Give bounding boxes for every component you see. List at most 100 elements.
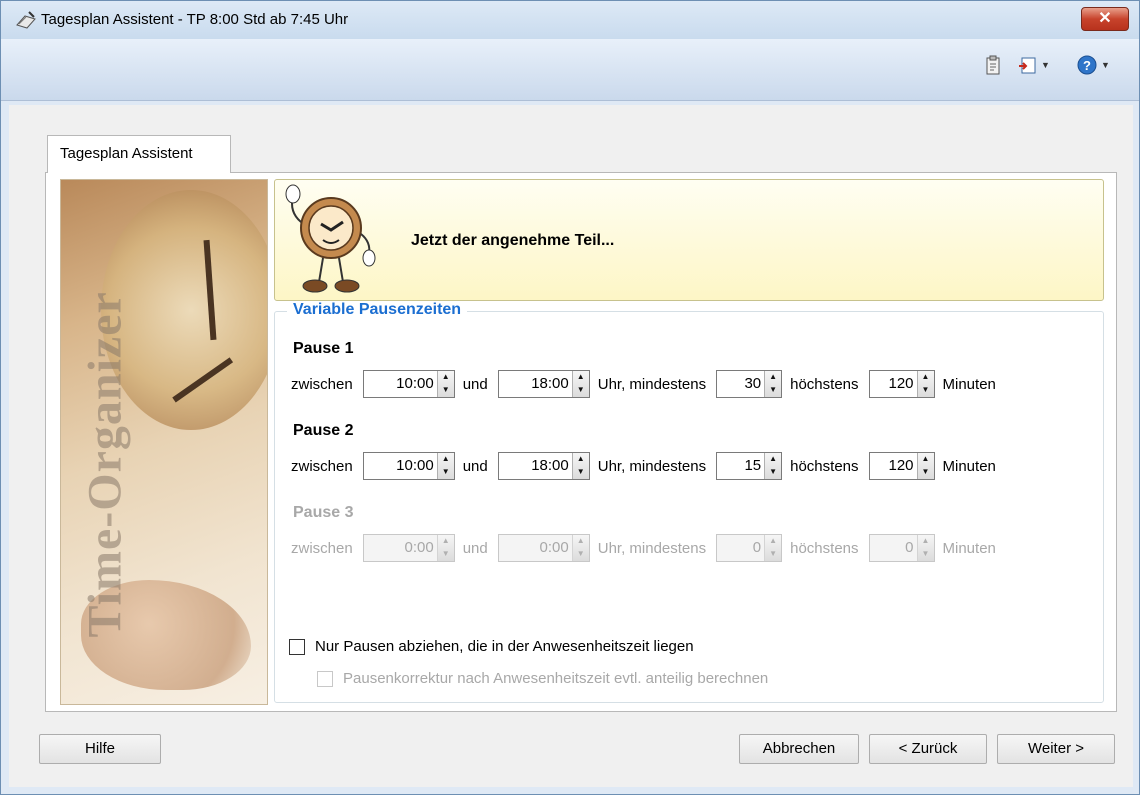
and-label: und — [462, 457, 488, 475]
help-button[interactable]: Hilfe — [39, 734, 161, 764]
spinner-arrows: ▲ ▼ — [916, 535, 934, 561]
arrow-up-icon: ▲ — [921, 536, 930, 545]
spinner-arrows[interactable]: ▲ ▼ — [571, 453, 589, 479]
pause-3-title: Pause 3 — [293, 504, 354, 521]
only-presence-checkbox[interactable] — [289, 638, 305, 655]
spinner-value[interactable]: 10:00 — [364, 371, 437, 397]
spinner-arrows: ▲ ▼ — [571, 535, 589, 561]
arrow-up-icon[interactable]: ▲ — [918, 453, 934, 466]
pause-3-max-spinner: 0 ▲ ▼ — [868, 534, 935, 562]
arrow-up-icon[interactable]: ▲ — [438, 453, 454, 466]
spinner-value: 0 — [905, 539, 914, 556]
spinner-value[interactable]: 120 — [870, 453, 917, 479]
spinner-value: 0 — [752, 539, 762, 556]
spinner-value[interactable]: 120 — [870, 371, 917, 397]
arrow-up-icon[interactable]: ▲ — [918, 371, 934, 384]
spinner-arrows[interactable]: ▲ ▼ — [436, 453, 454, 479]
spinner-arrows[interactable]: ▲ ▼ — [764, 453, 782, 479]
spinner-value[interactable]: 18:00 — [499, 453, 572, 479]
arrow-down-icon[interactable]: ▼ — [438, 384, 454, 397]
side-image: Time-Organizer — [60, 179, 268, 705]
help-menu-button[interactable]: ? ▼ — [1077, 53, 1110, 77]
clipboard-button[interactable] — [983, 53, 1003, 77]
proportional-checkbox-row: Pausenkorrektur nach Anwesenheitszeit ev… — [317, 670, 768, 687]
arrow-down-icon[interactable]: ▼ — [918, 466, 934, 479]
chevron-down-icon[interactable]: ▼ — [1101, 60, 1110, 70]
pause-1-min-spinner[interactable]: 30 ▲ ▼ — [716, 370, 783, 398]
proportional-checkbox — [317, 670, 333, 687]
pause-1-max-spinner[interactable]: 120 ▲ ▼ — [868, 370, 935, 398]
pause-2-row: zwischen 10:00 ▲ ▼ und 18:00 ▲ ▼ Uhr, mind… — [291, 452, 996, 480]
pause-3-min-spinner: 0 ▲ ▼ — [716, 534, 783, 562]
arrow-up-icon[interactable]: ▲ — [765, 453, 781, 466]
pause-3-from-spinner: 0:00 ▲ ▼ — [362, 534, 455, 562]
spinner-value[interactable]: 30 — [717, 371, 764, 397]
back-button[interactable]: < Zurück — [869, 734, 987, 764]
arrow-down-icon[interactable]: ▼ — [573, 384, 589, 397]
pause-3-to-spinner: 0:00 ▲ ▼ — [497, 534, 590, 562]
arrow-down-icon[interactable]: ▼ — [918, 384, 934, 397]
cancel-button[interactable]: Abbrechen — [739, 734, 859, 764]
arrow-down-icon[interactable]: ▼ — [438, 466, 454, 479]
arrow-down-icon[interactable]: ▼ — [765, 466, 781, 479]
window-title: Tagesplan Assistent - TP 8:00 Std ab 7:4… — [41, 11, 349, 28]
arrow-up-icon[interactable]: ▲ — [573, 453, 589, 466]
pause-1-from-spinner[interactable]: 10:00 ▲ ▼ — [362, 370, 455, 398]
chevron-down-icon[interactable]: ▼ — [1041, 60, 1050, 70]
next-button[interactable]: Weiter > — [997, 734, 1115, 764]
pause-2-from-spinner[interactable]: 10:00 ▲ ▼ — [362, 452, 455, 480]
between-label: zwischen — [291, 375, 353, 393]
wizard-window: Tagesplan Assistent - TP 8:00 Std ab 7:4… — [0, 0, 1140, 795]
arrow-down-icon: ▼ — [576, 549, 585, 558]
pause-1-row: zwischen 10:00 ▲ ▼ und 18:00 ▲ ▼ Uhr, mind… — [291, 370, 996, 398]
exit-icon — [1019, 57, 1036, 74]
arrow-down-icon: ▼ — [769, 549, 778, 558]
spinner-arrows: ▲ ▼ — [764, 535, 782, 561]
help-icon: ? — [1077, 55, 1097, 75]
spinner-arrows[interactable]: ▲ ▼ — [764, 371, 782, 397]
tab-panel: Time-Organizer Jetzt der angenehme Teil.… — [45, 172, 1117, 712]
client-area: Tagesplan Assistent Time-Organizer Jetzt… — [9, 105, 1133, 787]
spinner-arrows: ▲ ▼ — [436, 535, 454, 561]
exit-button[interactable]: ▼ — [1017, 53, 1050, 77]
arrow-up-icon: ▲ — [576, 536, 585, 545]
and-label: und — [462, 539, 488, 557]
pause-2-title: Pause 2 — [293, 422, 354, 439]
pause-groupbox: Variable Pausenzeiten Pause 1 zwischen 1… — [274, 301, 1104, 703]
spinner-arrows[interactable]: ▲ ▼ — [916, 371, 934, 397]
proportional-label: Pausenkorrektur nach Anwesenheitszeit ev… — [343, 670, 769, 687]
pause-2-to-spinner[interactable]: 18:00 ▲ ▼ — [497, 452, 590, 480]
arrow-up-icon[interactable]: ▲ — [765, 371, 781, 384]
spinner-arrows[interactable]: ▲ ▼ — [436, 371, 454, 397]
arrow-up-icon[interactable]: ▲ — [573, 371, 589, 384]
arrow-down-icon: ▼ — [921, 549, 930, 558]
only-presence-checkbox-row[interactable]: Nur Pausen abziehen, die in der Anwesenh… — [289, 638, 694, 655]
header-headline: Jetzt der angenehme Teil... — [411, 232, 615, 249]
and-label: und — [462, 375, 488, 393]
close-button[interactable]: ✕ — [1081, 7, 1129, 31]
arrow-down-icon[interactable]: ▼ — [573, 466, 589, 479]
only-presence-label[interactable]: Nur Pausen abziehen, die in der Anwesenh… — [315, 638, 694, 655]
spinner-value: 0:00 — [404, 539, 434, 556]
arrow-up-icon: ▲ — [441, 536, 450, 545]
pause-2-min-spinner[interactable]: 15 ▲ ▼ — [716, 452, 783, 480]
pause-1-to-spinner[interactable]: 18:00 ▲ ▼ — [497, 370, 590, 398]
spinner-value[interactable]: 15 — [717, 453, 764, 479]
side-image-text: Time-Organizer — [78, 291, 132, 638]
spinner-arrows[interactable]: ▲ ▼ — [571, 371, 589, 397]
arrow-down-icon[interactable]: ▼ — [765, 384, 781, 397]
spinner-value[interactable]: 10:00 — [364, 453, 437, 479]
max-label: höchstens — [790, 375, 859, 393]
toolbar: ▼ ? ▼ — [1, 39, 1139, 101]
clipboard-icon — [986, 55, 1000, 75]
title-bar: Tagesplan Assistent - TP 8:00 Std ab 7:4… — [1, 1, 1139, 39]
min-label: Uhr, mindestens — [597, 375, 707, 393]
book-pen-icon — [16, 11, 36, 29]
arrow-up-icon[interactable]: ▲ — [438, 371, 454, 384]
min-label: Uhr, mindestens — [597, 457, 707, 475]
header-banner: Jetzt der angenehme Teil... — [274, 179, 1104, 301]
tab-tagesplan-assistent[interactable]: Tagesplan Assistent — [47, 135, 231, 173]
pause-2-max-spinner[interactable]: 120 ▲ ▼ — [868, 452, 935, 480]
spinner-value[interactable]: 18:00 — [499, 371, 572, 397]
spinner-arrows[interactable]: ▲ ▼ — [916, 453, 934, 479]
